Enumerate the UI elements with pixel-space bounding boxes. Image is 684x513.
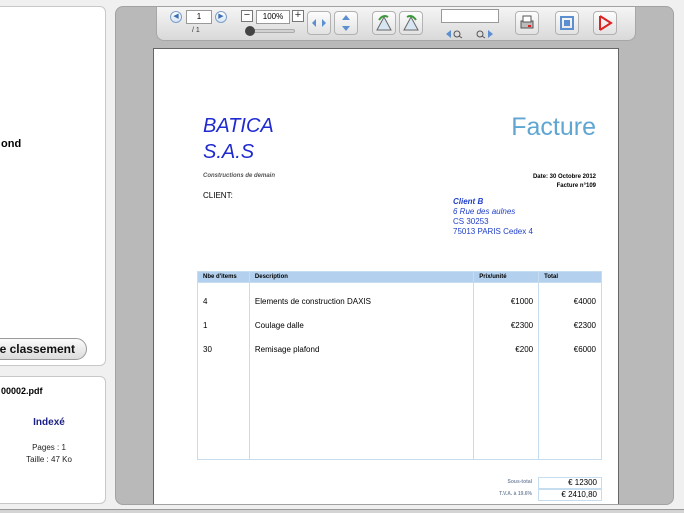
table-row: 30 Remisage plafond €200 €6000 (197, 337, 602, 362)
desc-cell: Remisage plafond (248, 337, 475, 362)
zoom-in-button[interactable]: + (292, 10, 304, 22)
client-city: 75013 PARIS Cedex 4 (453, 227, 533, 236)
left-top-panel: ond (0, 6, 106, 366)
subtotal-row: Sous-total € 12300 (472, 477, 602, 489)
invoice-date: Date: 30 Octobre 2012 (532, 174, 596, 180)
unit-cell: €1000 (473, 289, 540, 314)
search-input[interactable] (441, 9, 499, 23)
totals-block: Sous-total € 12300 T.V.A. à 19.6% € 2410… (472, 477, 602, 501)
client-address: Client B 6 Rue des aulnes CS 30253 75013… (453, 197, 533, 237)
table-header-row: Nbe d'items Description Prix/unité Total (197, 271, 602, 283)
bottom-bar (0, 509, 684, 513)
company-name-line2: S.A.S (203, 141, 255, 163)
desc-cell: Coulage dalle (248, 313, 475, 338)
zoom-out-button[interactable]: − (241, 10, 253, 22)
app-root: ond e classement 00002.pdf Indexé Pages … (0, 0, 684, 513)
column-header: Description (248, 271, 475, 283)
client-cs: CS 30253 (453, 217, 489, 226)
classement-button[interactable]: e classement (0, 338, 87, 360)
total-cell: €4000 (538, 289, 602, 314)
desc-cell: Elements de construction DAXIS (248, 289, 475, 314)
vat-value: € 2410,80 (538, 489, 602, 501)
client-name: Client B (453, 197, 484, 206)
qty-cell: 1 (197, 313, 250, 338)
client-street: 6 Rue des aulnes (453, 207, 516, 216)
qty-cell: 30 (197, 337, 250, 362)
invoice-title: Facture (511, 113, 596, 141)
column-header: Nbe d'items (197, 271, 250, 283)
invoice-meta: Date: 30 Octobre 2012 Facture n°109 (533, 173, 596, 191)
unit-cell: €2300 (473, 313, 540, 338)
panel-text-fragment: ond (1, 138, 22, 150)
fit-width-icon[interactable] (307, 11, 331, 35)
company-name-line1: BATICA (203, 115, 274, 137)
zoom-level-input[interactable]: 100% (256, 10, 290, 24)
table-spacer (197, 282, 602, 290)
page-total: / 1 (192, 27, 200, 34)
pdf-download-icon[interactable] (593, 11, 617, 35)
vat-row: T.V.A. à 19.6% € 2410,80 (472, 489, 602, 501)
file-info-panel: 00002.pdf Indexé Pages : 1 Taille : 47 K… (0, 376, 106, 504)
file-size: Taille : 47 Ko (26, 455, 72, 464)
column-header: Total (538, 271, 602, 283)
table-row: 1 Coulage dalle €2300 €2300 (197, 313, 602, 338)
qty-cell: 4 (197, 289, 250, 314)
page-number-input[interactable]: 1 (186, 10, 212, 24)
company-tagline: Constructions de demain (203, 173, 276, 179)
fit-height-icon[interactable] (334, 11, 358, 35)
next-page-icon[interactable]: ▶ (215, 11, 227, 23)
search-next-icon[interactable] (475, 26, 495, 44)
unit-cell: €200 (473, 337, 540, 362)
zoom-slider-knob[interactable] (245, 26, 255, 36)
vat-label: T.V.A. à 19.6% (499, 491, 532, 497)
total-cell: €6000 (538, 337, 602, 362)
table-filler (197, 361, 602, 460)
fullscreen-icon[interactable] (555, 11, 579, 35)
subtotal-value: € 12300 (538, 477, 602, 489)
pdf-viewer: ◀ 1 ▶ / 1 − 100% + BATICA S.A.S Construc… (115, 6, 674, 505)
invoice-number: Facture n°109 (556, 183, 596, 189)
table-row: 4 Elements de construction DAXIS €1000 €… (197, 289, 602, 314)
client-label: CLIENT: (203, 191, 233, 200)
prev-page-icon[interactable]: ◀ (170, 11, 182, 23)
pdf-page: BATICA S.A.S Constructions de demain CLI… (153, 48, 619, 504)
file-status: Indexé (33, 417, 65, 428)
total-cell: €2300 (538, 313, 602, 338)
file-pages: Pages : 1 (32, 443, 66, 452)
print-icon[interactable] (515, 11, 539, 35)
rotate-right-icon[interactable] (399, 11, 423, 35)
rotate-left-icon[interactable] (372, 11, 396, 35)
search-prev-icon[interactable] (445, 26, 465, 44)
viewer-toolbar: ◀ 1 ▶ / 1 − 100% + (156, 7, 636, 41)
subtotal-label: Sous-total (507, 479, 532, 485)
file-name[interactable]: 00002.pdf (1, 386, 43, 396)
column-header: Prix/unité (473, 271, 540, 283)
items-table: Nbe d'items Description Prix/unité Total… (197, 271, 602, 460)
